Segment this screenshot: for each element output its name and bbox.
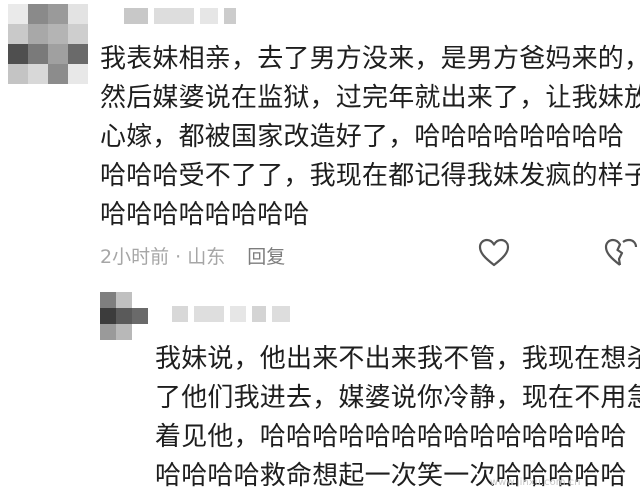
avatar[interactable] bbox=[8, 4, 88, 84]
meta-separator: · bbox=[175, 246, 182, 268]
comment-line: 心嫁，都被国家改造好了，哈哈哈哈哈哈哈哈 bbox=[100, 122, 625, 152]
reply-line: 着见他，哈哈哈哈哈哈哈哈哈哈哈哈哈哈 bbox=[155, 422, 627, 452]
comment-time: 2小时前 bbox=[100, 246, 170, 268]
reply-line: 我妹说，他出来不出来我不管，我现在想杀 bbox=[155, 344, 640, 374]
comment-text: 我表妹相亲，去了男方没来，是男方爸妈来的， 然后媒婆说在监狱，过完年就出来了，让… bbox=[100, 40, 640, 235]
reply-author-name-blurred[interactable] bbox=[172, 306, 290, 322]
comment-line: 哈哈哈受不了了，我现在都记得我妹发疯的样子 bbox=[100, 161, 640, 191]
reply-button[interactable]: 回复 bbox=[247, 242, 285, 269]
watermark: www.jinxu.com.cn bbox=[490, 477, 581, 488]
comment-meta: 2小时前 · 山东 回复 bbox=[100, 242, 285, 269]
reply-avatar[interactable] bbox=[100, 292, 148, 340]
broken-heart-icon[interactable] bbox=[604, 238, 640, 272]
reply-text: 我妹说，他出来不出来我不管，我现在想杀 了他们我进去，媒婆说你冷静，现在不用急 … bbox=[155, 340, 640, 496]
reply-line: 了他们我进去，媒婆说你冷静，现在不用急 bbox=[155, 383, 640, 413]
comment-line: 我表妹相亲，去了男方没来，是男方爸妈来的， bbox=[100, 44, 640, 74]
comment-line: 哈哈哈哈哈哈哈哈 bbox=[100, 200, 310, 230]
commenter-name-blurred[interactable] bbox=[124, 8, 236, 24]
comment-location: 山东 bbox=[187, 246, 226, 268]
heart-outline-icon[interactable] bbox=[478, 238, 510, 272]
comment-time-location: 2小时前 · 山东 bbox=[100, 242, 225, 269]
comment-line: 然后媒婆说在监狱，过完年就出来了，让我妹放 bbox=[100, 83, 640, 113]
